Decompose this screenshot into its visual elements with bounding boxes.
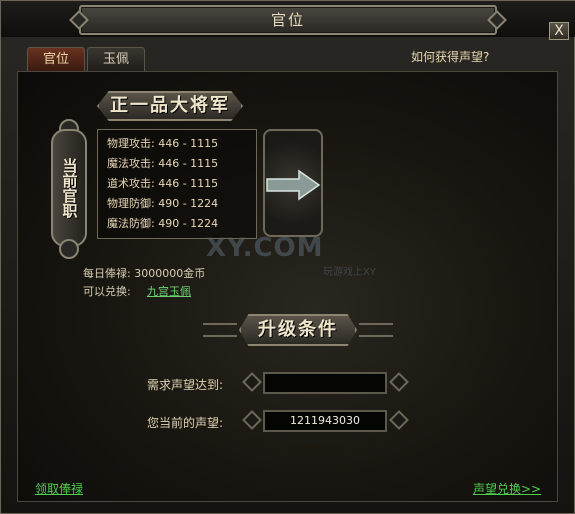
required-reputation-field: [263, 372, 387, 394]
arrow-right-icon: [266, 169, 321, 201]
current-reputation-label: 您当前的声望:: [147, 416, 224, 430]
stat-physical-defense: 物理防御: 490 - 1224: [107, 195, 218, 213]
reputation-exchange-link[interactable]: 声望兑换>>: [473, 480, 541, 497]
stat-name: 物理防御:: [107, 197, 155, 210]
stat-name: 物理攻击:: [107, 137, 155, 150]
stat-value: 490 - 1224: [158, 197, 219, 210]
tab-officer-rank[interactable]: 官位: [27, 47, 85, 71]
stat-value: 490 - 1224: [158, 217, 219, 230]
exchange-item-link[interactable]: 九宫玉佩: [147, 283, 191, 299]
stat-physical-attack: 物理攻击: 446 - 1115: [107, 135, 218, 153]
close-button[interactable]: X: [549, 22, 569, 40]
left-flourish-ornament: [203, 323, 237, 337]
officer-rank-window: 官位 X 官位 玉佩 如何获得声望? XY.COM 玩游戏上XY 正一品大将军 …: [0, 0, 575, 514]
title-bar: 官位: [1, 1, 575, 37]
upgrade-conditions-title: 升级条件: [258, 319, 338, 340]
claim-salary-link[interactable]: 领取俸禄: [35, 480, 83, 497]
stat-name: 魔法防御:: [107, 217, 155, 230]
stat-value: 446 - 1115: [158, 137, 219, 150]
daily-salary-text: 每日俸禄: 3000000金币: [83, 267, 206, 280]
exchange-label: 可以兑换:: [83, 285, 131, 298]
window-title: 官位: [270, 11, 305, 29]
tab-jade-pendant[interactable]: 玉佩: [87, 47, 145, 71]
title-plate: 官位: [79, 5, 497, 35]
how-to-get-reputation-link[interactable]: 如何获得声望?: [411, 48, 489, 65]
watermark-subtext: 玩游戏上XY: [323, 267, 376, 278]
bottom-knob-ornament: [59, 239, 79, 259]
stat-value: 446 - 1115: [158, 157, 219, 170]
stat-name: 魔法攻击:: [107, 157, 155, 170]
current-post-label: 当前官职: [60, 158, 79, 218]
stat-name: 道术攻击:: [107, 177, 155, 190]
stat-magic-attack: 魔法攻击: 446 - 1115: [107, 155, 218, 173]
stat-value: 446 - 1115: [158, 177, 219, 190]
required-reputation-label: 需求声望达到:: [147, 378, 224, 392]
right-flourish-ornament: [359, 323, 393, 337]
rank-title: 正一品大将军: [110, 95, 230, 116]
current-reputation-field: 1211943030: [263, 410, 387, 432]
stat-magic-defense: 魔法防御: 490 - 1224: [107, 215, 218, 233]
stat-taoist-attack: 道术攻击: 446 - 1115: [107, 175, 218, 193]
